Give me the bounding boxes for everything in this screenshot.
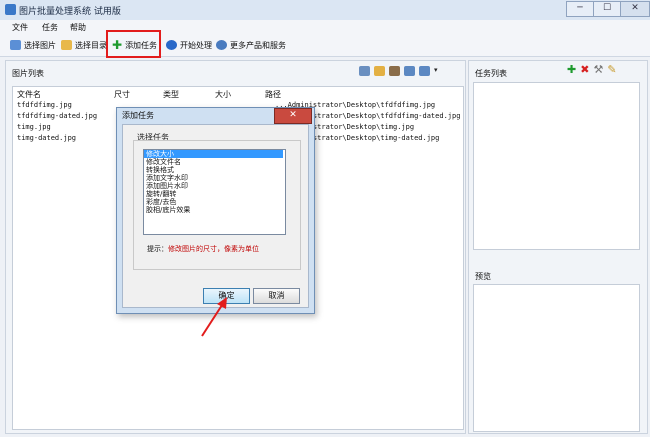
column-header-filesize[interactable]: 大小 — [215, 89, 231, 100]
column-header-name[interactable]: 文件名 — [17, 89, 41, 100]
select-folder-button[interactable]: 选择目录 — [61, 38, 107, 52]
start-process-button[interactable]: 开始处理 — [166, 38, 212, 52]
maximize-button[interactable]: ☐ — [593, 1, 621, 17]
app-icon — [5, 4, 16, 15]
menu-task[interactable]: 任务 — [42, 22, 58, 33]
image-icon[interactable] — [359, 66, 370, 76]
list-item[interactable]: 彩度/去色 — [146, 198, 176, 206]
more-products-button[interactable]: 更多产品和服务 — [216, 38, 286, 52]
chevron-down-icon[interactable]: ▾ — [434, 66, 438, 76]
annotation-arrow — [201, 297, 227, 337]
broom-icon[interactable]: ✎ — [607, 64, 616, 75]
remove-image-icon[interactable] — [389, 66, 400, 76]
list-item[interactable]: 修改文件名 — [146, 158, 181, 166]
menu-bar — [0, 20, 650, 34]
menu-file[interactable]: 文件 — [12, 22, 28, 33]
image-list-title: 图片列表 — [12, 69, 44, 78]
close-button[interactable]: ✕ — [620, 1, 650, 17]
minimize-button[interactable]: ─ — [566, 1, 594, 17]
list-item[interactable]: 添加文字水印 — [146, 174, 188, 182]
select-image-button[interactable]: 选择图片 — [10, 38, 56, 52]
folder-icon — [61, 40, 72, 50]
dialog-close-button[interactable]: ✕ — [274, 108, 312, 124]
wrench-icon[interactable]: ⚒ — [593, 64, 603, 75]
task-toolbar: ✚ ✖ ⚒ ✎ — [567, 64, 617, 75]
column-header-path[interactable]: 路径 — [265, 89, 281, 100]
highlight-box — [106, 30, 161, 58]
plus-icon[interactable]: ✚ — [567, 64, 576, 75]
delete-icon[interactable]: ✖ — [580, 64, 589, 75]
column-header-size[interactable]: 尺寸 — [114, 89, 130, 100]
play-icon — [166, 40, 177, 50]
folder-icon[interactable] — [374, 66, 385, 76]
globe-icon — [216, 40, 227, 50]
image-icon — [10, 40, 21, 50]
menu-help[interactable]: 帮助 — [70, 22, 86, 33]
trash-icon[interactable] — [404, 66, 415, 76]
preview-title: 预览 — [475, 272, 491, 281]
dialog-title: 添加任务 — [122, 111, 154, 120]
table-row-name[interactable]: timg-dated.jpg — [17, 134, 76, 142]
task-list-title: 任务列表 — [475, 69, 507, 78]
cancel-button[interactable]: 取消 — [253, 288, 300, 304]
sort-icon[interactable] — [419, 66, 430, 76]
list-toolbar: ▾ — [359, 66, 438, 76]
list-item[interactable]: 修改大小 — [146, 150, 174, 158]
task-list[interactable] — [473, 82, 640, 250]
table-row-name[interactable]: tfdfdfimg-dated.jpg — [17, 112, 97, 120]
hint-text: 提示：修改图片的尺寸，像素为单位 — [147, 245, 259, 253]
table-row-name[interactable]: tfdfdfimg.jpg — [17, 101, 72, 109]
list-item[interactable]: 转换格式 — [146, 166, 174, 174]
column-header-type[interactable]: 类型 — [163, 89, 179, 100]
table-row-name[interactable]: timg.jpg — [17, 123, 51, 131]
preview-area — [473, 284, 640, 432]
list-item[interactable]: 旋转/翻转 — [146, 190, 176, 198]
list-item[interactable]: 添加图片水印 — [146, 182, 188, 190]
list-item[interactable]: 胶相/底片效果 — [146, 206, 190, 214]
window-title: 图片批量处理系统 试用版 — [19, 7, 121, 17]
